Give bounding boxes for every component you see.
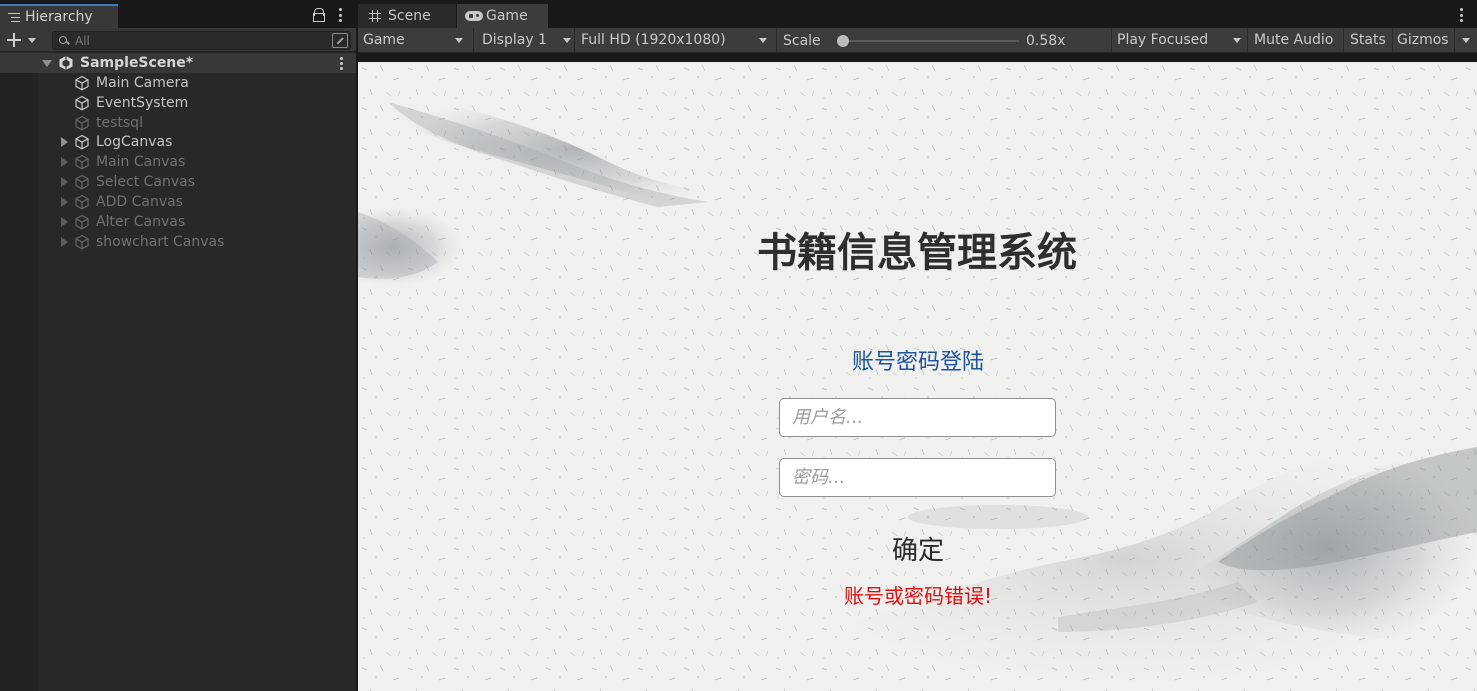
scale-slider-track[interactable]	[839, 40, 1019, 42]
fold-open-chevron-icon[interactable]	[42, 60, 52, 67]
lock-icon[interactable]	[313, 8, 325, 22]
login-error-message: 账号或密码错误!	[843, 584, 993, 608]
gamepad-icon	[465, 11, 483, 21]
tab-scene[interactable]: Scene	[358, 4, 456, 28]
scale-label: Scale	[783, 29, 833, 53]
play-mode-label: Play Focused	[1117, 32, 1209, 48]
tree-item-label: testsql	[96, 115, 143, 131]
tree-item-label: Main Canvas	[96, 154, 186, 170]
hierarchy-tab-bar: Hierarchy	[0, 0, 356, 28]
grid-icon	[369, 10, 381, 22]
tree-row-testsql[interactable]: testsql	[0, 113, 356, 133]
tree-row-samplescene[interactable]: SampleScene*	[0, 53, 356, 73]
chevron-down-icon	[1233, 38, 1241, 43]
gameobject-cube-icon	[75, 115, 89, 131]
display-dropdown[interactable]: Display 1	[482, 28, 574, 52]
gameobject-cube-icon	[75, 194, 89, 210]
display-label: Display 1	[482, 32, 547, 48]
tree-row-main-canvas[interactable]: Main Canvas	[0, 152, 356, 172]
gameobject-cube-icon	[75, 234, 89, 250]
fold-closed-chevron-icon[interactable]	[61, 197, 68, 207]
stats-label: Stats	[1350, 32, 1386, 48]
login-subtitle: 账号密码登陆	[851, 350, 984, 375]
tree-row-main-camera[interactable]: Main Camera	[0, 73, 356, 93]
gameobject-cube-icon	[75, 214, 89, 230]
tree-row-logcanvas[interactable]: LogCanvas	[0, 132, 356, 152]
hierarchy-menu-kebab-icon[interactable]	[338, 8, 342, 22]
fold-closed-chevron-icon[interactable]	[61, 157, 68, 167]
tree-row-eventsystem[interactable]: EventSystem	[0, 93, 356, 113]
tree-item-label: Select Canvas	[96, 174, 196, 190]
gizmos-dropdown[interactable]: Gizmos	[1397, 28, 1477, 52]
unity-scene-icon	[59, 56, 73, 70]
stats-button[interactable]: Stats	[1350, 28, 1394, 52]
app-title: 书籍信息管理系统	[757, 230, 1077, 276]
game-view-top-band	[358, 53, 1477, 62]
tree-item-label: Alter Canvas	[96, 214, 186, 230]
unity-editor: Hierarchy Samp	[0, 0, 1477, 691]
fold-closed-chevron-icon[interactable]	[61, 217, 68, 227]
tree-row-select-canvas[interactable]: Select Canvas	[0, 172, 356, 192]
tree-row-showchart-canvas[interactable]: showchart Canvas	[0, 232, 356, 252]
resolution-label: Full HD (1920x1080)	[581, 32, 726, 48]
hierarchy-search-box	[52, 31, 351, 50]
fold-closed-chevron-icon[interactable]	[61, 177, 68, 187]
fold-closed-chevron-icon[interactable]	[61, 137, 68, 147]
tab-game[interactable]: Game	[457, 4, 548, 28]
tree-row-add-canvas[interactable]: ADD Canvas	[0, 192, 356, 212]
hierarchy-search-input[interactable]	[75, 32, 325, 49]
play-mode-dropdown[interactable]: Play Focused	[1117, 28, 1247, 52]
tree-item-label: showchart Canvas	[96, 234, 225, 250]
hierarchy-tab-label: Hierarchy	[25, 9, 93, 25]
tab-game-label: Game	[486, 8, 528, 24]
game-tab-bar: Scene Game	[358, 0, 1477, 28]
view-mode-label: Game	[363, 32, 405, 48]
hierarchy-list-icon	[8, 12, 20, 22]
scale-slider-thumb[interactable]	[837, 35, 849, 47]
tree-item-label: EventSystem	[96, 95, 189, 111]
scene-menu-kebab-icon[interactable]	[339, 57, 343, 70]
gameobject-cube-icon	[75, 134, 89, 150]
tree-item-label: LogCanvas	[96, 134, 173, 150]
chevron-down-icon	[455, 38, 463, 43]
password-input[interactable]	[779, 458, 1056, 497]
mute-audio-button[interactable]: Mute Audio	[1254, 28, 1346, 52]
create-plus-icon[interactable]	[7, 33, 21, 47]
game-menu-kebab-icon[interactable]	[1459, 8, 1463, 22]
search-options-icon[interactable]	[332, 33, 348, 48]
view-mode-dropdown[interactable]: Game	[363, 28, 473, 52]
tree-item-label: ADD Canvas	[96, 194, 183, 210]
tree-item-label: SampleScene*	[80, 55, 194, 71]
tab-scene-label: Scene	[388, 8, 431, 24]
fold-closed-chevron-icon[interactable]	[61, 237, 68, 247]
tree-row-alter-canvas[interactable]: Alter Canvas	[0, 212, 356, 232]
gameobject-cube-icon	[75, 174, 89, 190]
game-panel: Scene Game Game Display 1 Full HD (1920x…	[358, 0, 1477, 691]
scale-label-text: Scale	[783, 33, 821, 49]
game-viewport[interactable]: 书籍信息管理系统 账号密码登陆 确定 账号或密码错误!	[358, 62, 1477, 691]
gameobject-cube-icon	[75, 95, 89, 111]
hierarchy-panel: Hierarchy Samp	[0, 0, 356, 691]
scale-value: 0.58x	[1026, 29, 1076, 53]
hierarchy-toolbar	[0, 28, 356, 52]
search-icon	[59, 36, 69, 46]
mute-audio-label: Mute Audio	[1254, 32, 1334, 48]
gizmos-label: Gizmos	[1397, 32, 1449, 48]
chevron-down-icon	[1462, 38, 1470, 43]
resolution-dropdown[interactable]: Full HD (1920x1080)	[581, 28, 775, 52]
chevron-down-icon	[759, 38, 767, 43]
confirm-button[interactable]: 确定	[858, 530, 978, 566]
tab-hierarchy[interactable]: Hierarchy	[0, 4, 118, 28]
scale-value-text: 0.58x	[1026, 33, 1066, 49]
username-input[interactable]	[779, 398, 1056, 437]
create-dropdown-chevron-down-icon[interactable]	[28, 38, 36, 43]
game-toolbar: Game Display 1 Full HD (1920x1080) Scale…	[358, 28, 1477, 53]
chevron-down-icon	[563, 38, 571, 43]
gameobject-cube-icon	[75, 75, 89, 91]
gameobject-cube-icon	[75, 154, 89, 170]
tree-item-label: Main Camera	[96, 75, 189, 91]
